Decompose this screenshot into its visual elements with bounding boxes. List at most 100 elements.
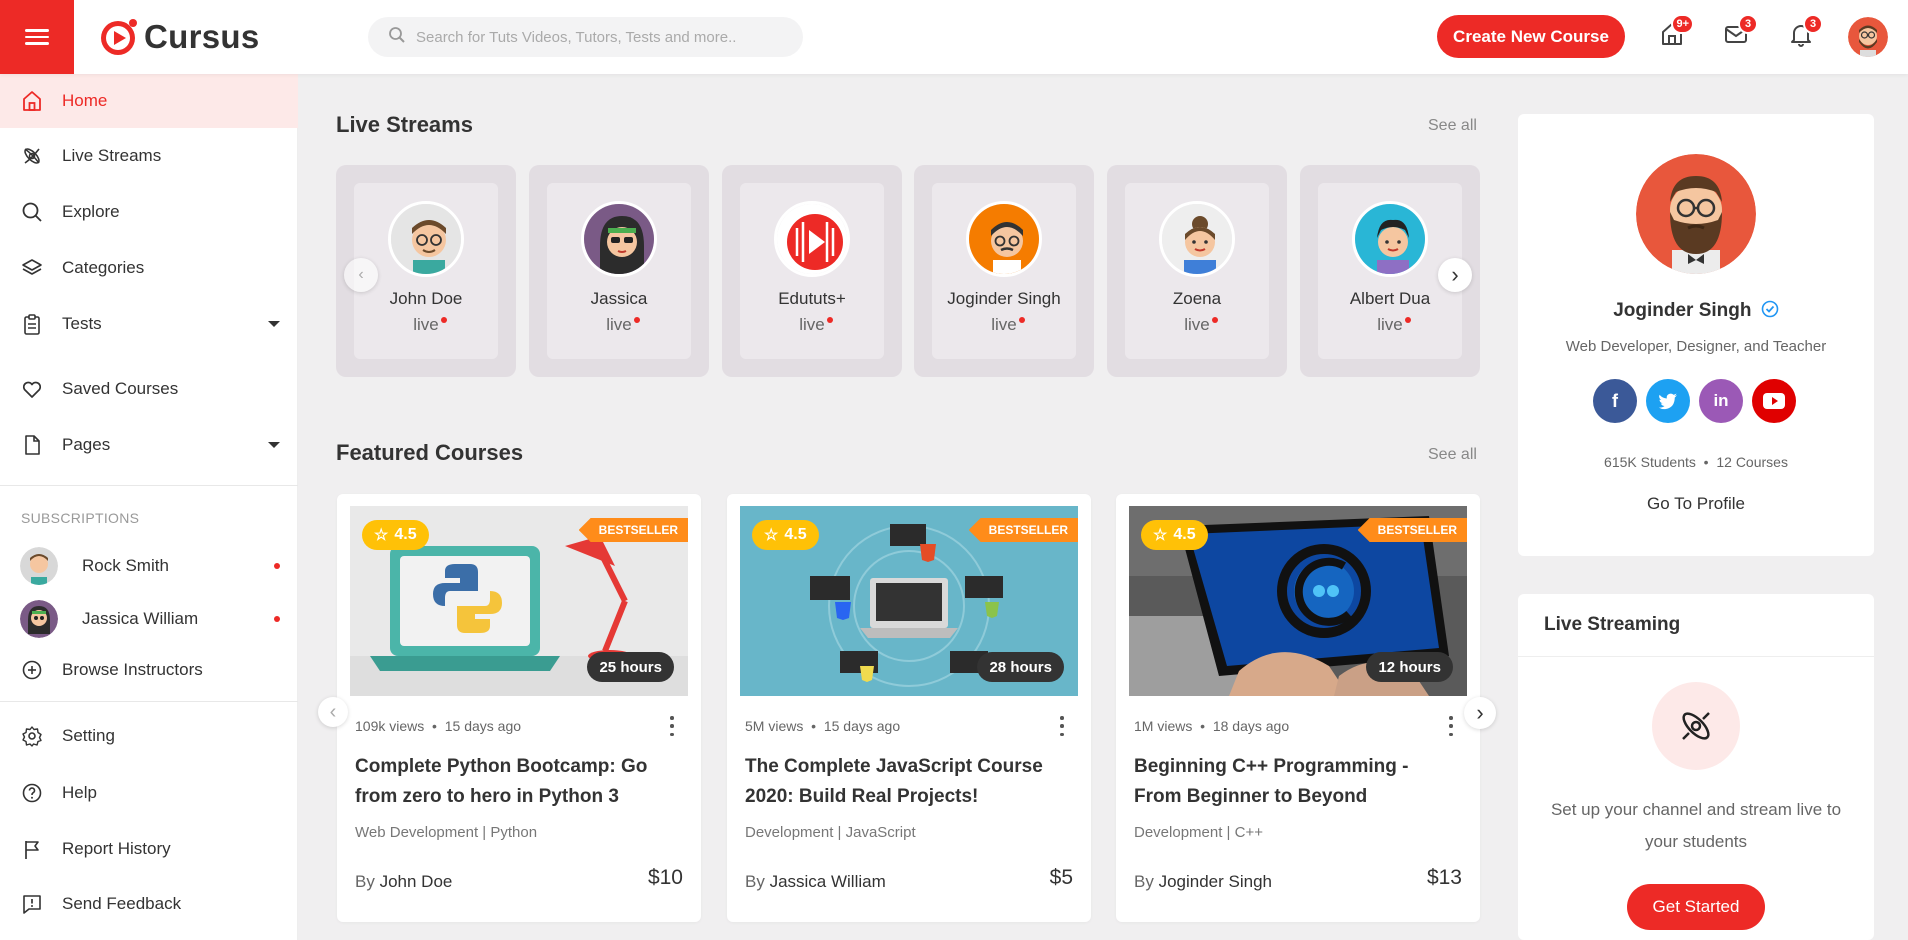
live-stream-card[interactable]: Edututs+ live [722, 165, 902, 377]
go-to-profile-link[interactable]: Go To Profile [1518, 494, 1874, 514]
course-title[interactable]: Beginning C++ Programming - From Beginne… [1134, 752, 1454, 812]
search-bar[interactable] [368, 17, 803, 57]
streams-next-button[interactable]: › [1438, 258, 1472, 292]
hamburger-icon [25, 25, 49, 49]
duration-badge: 25 hours [587, 652, 674, 682]
star-icon: ☆ [1153, 527, 1168, 544]
author-link[interactable]: Joginder Singh [1159, 872, 1272, 891]
sidebar-item-label: Help [62, 783, 97, 802]
subscription-item[interactable]: Jassica William [20, 597, 298, 641]
live-stream-icon [1652, 682, 1740, 770]
menu-toggle-button[interactable] [0, 0, 74, 74]
sidebar-item-pages[interactable]: Pages [0, 418, 298, 472]
sidebar-item-label: Pages [62, 435, 111, 454]
sidebar-item-label: Send Feedback [62, 894, 182, 913]
sidebar-item-tests[interactable]: Tests [0, 297, 298, 351]
brand-name: Cursus [144, 18, 260, 55]
live-stream-card[interactable]: Joginder Singh live [914, 165, 1094, 377]
featured-see-all-link[interactable]: See all [1428, 446, 1477, 464]
get-started-button[interactable]: Get Started [1627, 884, 1765, 930]
course-price: $10 [647, 866, 683, 889]
chevron-right-icon: › [1476, 700, 1484, 725]
course-price: $5 [1049, 866, 1073, 889]
bestseller-badge: BESTSELLER [968, 518, 1078, 542]
live-streaming-card: Live Streaming Set up your channel and s… [1518, 594, 1874, 940]
sidebar-item-setting[interactable]: Setting [0, 709, 298, 763]
sidebar-item-label: Home [62, 91, 108, 110]
avatar [20, 600, 58, 638]
author-link[interactable]: Jassica William [770, 872, 886, 891]
search-icon [388, 26, 406, 49]
live-stream-card[interactable]: Jassica live [529, 165, 709, 377]
avatar [581, 201, 657, 277]
social-links: f in [1593, 379, 1796, 423]
youtube-icon[interactable] [1752, 379, 1796, 423]
avatar [1159, 201, 1235, 277]
avatar [1352, 201, 1428, 277]
facebook-icon[interactable]: f [1593, 379, 1637, 423]
sidebar-item-browse-instructors[interactable]: Browse Instructors [0, 643, 298, 697]
duration-badge: 12 hours [1366, 652, 1453, 682]
profile-name: Joginder Singh [1518, 300, 1874, 324]
search-icon [20, 200, 44, 224]
star-icon: ☆ [764, 527, 779, 544]
live-streams-see-all-link[interactable]: See all [1428, 117, 1477, 135]
sidebar-item-live-streams[interactable]: Live Streams [0, 129, 298, 183]
course-card[interactable]: ☆ 4.5 BESTSELLER 28 hours 5M views • 15 d… [727, 494, 1091, 922]
chevron-left-icon: ‹ [358, 266, 364, 283]
brand-logo[interactable]: Cursus [98, 16, 260, 58]
sidebar-item-label: Setting [62, 726, 115, 745]
star-icon: ☆ [374, 527, 389, 544]
sidebar-divider [0, 701, 298, 702]
courses-next-button[interactable]: › [1464, 697, 1496, 729]
more-options-icon[interactable] [1448, 716, 1454, 736]
sidebar-divider [0, 485, 298, 486]
sidebar-item-saved-courses[interactable]: Saved Courses [0, 362, 298, 416]
create-course-button[interactable]: Create New Course [1437, 15, 1625, 58]
more-options-icon[interactable] [1059, 716, 1065, 736]
streams-prev-button[interactable]: ‹ [344, 258, 378, 292]
subscription-item[interactable]: Rock Smith [20, 544, 298, 588]
course-card[interactable]: ☆ 4.5 BESTSELLER 12 hours 1M views • 18 d… [1116, 494, 1480, 922]
sidebar-item-home[interactable]: Home [0, 74, 298, 128]
live-stream-card[interactable]: Zoena live [1107, 165, 1287, 377]
user-avatar[interactable] [1848, 17, 1888, 57]
linkedin-icon[interactable]: in [1699, 379, 1743, 423]
stream-name: Albert Dua [1349, 289, 1431, 308]
sidebar-item-label: Browse Instructors [62, 660, 203, 679]
sidebar-item-send-feedback[interactable]: Send Feedback [0, 877, 298, 931]
course-price: $13 [1426, 866, 1462, 889]
bell-badge: 3 [1803, 14, 1823, 34]
rating-badge: ☆ 4.5 [362, 520, 429, 550]
sidebar-item-help[interactable]: Help [0, 766, 298, 820]
twitter-icon[interactable] [1646, 379, 1690, 423]
profile-role: Web Developer, Designer, and Teacher [1565, 338, 1827, 355]
author-link[interactable]: John Doe [380, 872, 453, 891]
course-author: By Joginder Singh [1134, 872, 1272, 891]
course-meta: 5M views • 15 days ago [745, 718, 901, 734]
notifications-button[interactable]: 3 [1785, 14, 1823, 52]
sidebar-item-categories[interactable]: Categories [0, 241, 298, 295]
messages-button[interactable]: 3 [1720, 14, 1758, 52]
sidebar-item-label: Tests [62, 314, 102, 333]
sidebar-item-explore[interactable]: Explore [0, 185, 298, 239]
profile-stats: 615K Students • 12 Courses [1604, 454, 1788, 470]
course-card[interactable]: ☆ 4.5 BESTSELLER 25 hours 109k views • 15… [337, 494, 701, 922]
course-thumbnail: ☆ 4.5 BESTSELLER 28 hours [740, 506, 1078, 696]
courses-prev-button[interactable]: ‹ [318, 697, 348, 727]
live-icon [20, 144, 44, 168]
search-input[interactable] [416, 28, 776, 46]
sidebar: Home Live Streams Explore Categories Tes… [0, 74, 298, 940]
home-badge: 9+ [1671, 14, 1694, 34]
course-title[interactable]: The Complete JavaScript Course 2020: Bui… [745, 752, 1065, 812]
edututs-logo-icon [774, 201, 850, 277]
more-options-icon[interactable] [669, 716, 675, 736]
subscription-name: Rock Smith [82, 556, 169, 575]
clipboard-icon [20, 312, 44, 336]
mail-badge: 3 [1738, 14, 1758, 34]
course-title[interactable]: Complete Python Bootcamp: Go from zero t… [355, 752, 675, 812]
home-notification-button[interactable]: 9+ [1656, 14, 1694, 52]
sidebar-item-report-history[interactable]: Report History [0, 822, 298, 876]
course-author: By Jassica William [745, 872, 886, 891]
chevron-right-icon: › [1451, 262, 1459, 287]
